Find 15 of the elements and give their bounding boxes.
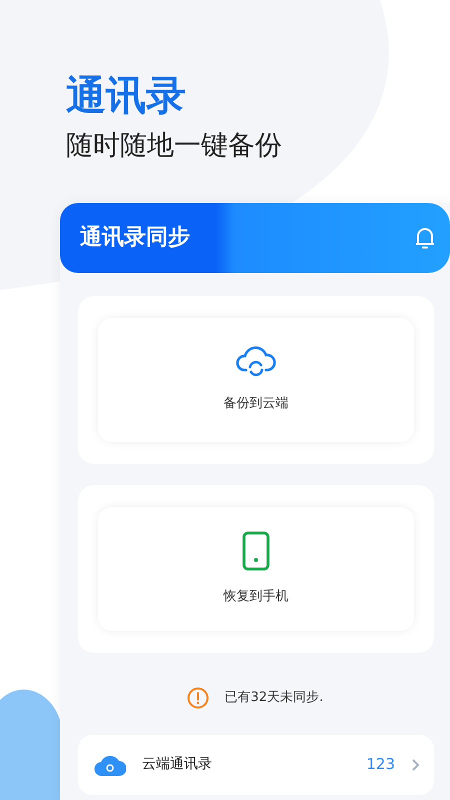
header-title: 通讯录同步 (80, 224, 190, 252)
bell-icon[interactable] (414, 226, 436, 250)
warning-icon (186, 686, 209, 708)
cloud-icon (94, 754, 126, 776)
action-button[interactable]: 恢复到手机 (98, 506, 414, 630)
row-label: 云端通讯录 (142, 755, 213, 774)
action-button[interactable]: 备份到云端 (98, 318, 414, 442)
row-count: 123 (366, 754, 395, 776)
list-row[interactable]: 云端通讯录 123 (78, 734, 434, 794)
page-subtitle: 随时随地一键备份 (66, 129, 283, 163)
cloud-sync-icon (235, 346, 277, 378)
page-title: 通讯录 (66, 72, 187, 120)
phone-icon (242, 530, 270, 571)
chevron-icon (411, 758, 420, 772)
notice-text: 已有32天未同步. (224, 688, 324, 707)
